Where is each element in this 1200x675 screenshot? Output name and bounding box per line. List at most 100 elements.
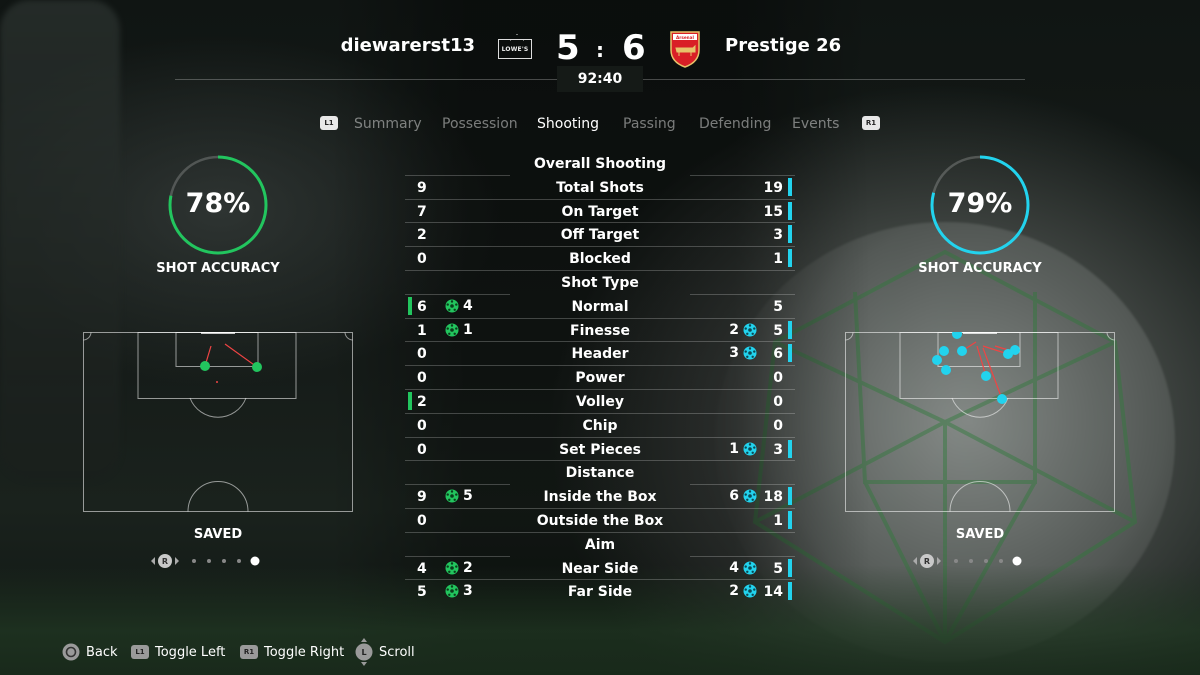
tab-possession[interactable]: Possession <box>442 116 518 132</box>
home-value: 0 <box>417 346 427 363</box>
home-value: 9 <box>417 179 427 196</box>
tab-events[interactable]: Events <box>792 116 839 132</box>
away-value: 19 <box>763 179 783 196</box>
away-leader-bar <box>788 582 792 601</box>
home-goal-ball-icon <box>445 323 459 337</box>
stat-row-header: 0 Header 3 6 <box>405 342 795 366</box>
home-value: 6 <box>417 298 427 315</box>
away-value: 0 <box>773 370 783 387</box>
stat-label: Chip <box>582 417 618 434</box>
away-value: 0 <box>773 393 783 410</box>
r1-button-icon[interactable]: R1 <box>862 116 880 130</box>
away-value: 0 <box>773 417 783 434</box>
away-shot-marker <box>932 355 942 365</box>
away-shot-marker <box>997 394 1007 404</box>
arsenal-crest-icon: Arsenal <box>670 31 700 68</box>
away-leader-bar <box>788 439 792 458</box>
away-score: 6 <box>622 28 646 68</box>
stat-row-set-pieces: 0 Set Pieces 1 3 <box>405 438 795 462</box>
stat-row-outside-box: 0 Outside the Box 1 <box>405 509 795 533</box>
tab-summary[interactable]: Summary <box>354 116 422 132</box>
home-value: 4 <box>417 560 427 577</box>
home-goals-value: 5 <box>463 488 473 505</box>
home-score: 5 <box>556 28 580 68</box>
tab-defending[interactable]: Defending <box>699 116 771 132</box>
away-goals-value: 4 <box>729 559 739 576</box>
away-goal-ball-icon <box>743 561 757 575</box>
home-shot-map-label: SAVED <box>193 527 243 542</box>
home-team-name: diewarerst13 <box>340 35 475 56</box>
home-shot-marker <box>216 381 218 383</box>
scroll-label: Scroll <box>379 644 415 660</box>
stats-tabs: Summary Possession Shooting Passing Defe… <box>0 116 1200 136</box>
home-value: 7 <box>417 203 427 220</box>
home-shot-marker <box>252 362 262 372</box>
home-shot-pager[interactable]: R <box>145 553 285 569</box>
tab-passing[interactable]: Passing <box>623 116 676 132</box>
away-shot-map-label: SAVED <box>955 527 1005 542</box>
match-clock: 92:40 <box>557 66 643 92</box>
away-team-name: Prestige 26 <box>725 35 842 56</box>
home-goals-value: 2 <box>463 559 473 576</box>
score-separator: : <box>596 38 604 62</box>
away-leader-bar <box>788 558 792 577</box>
away-goals-value: 6 <box>729 488 739 505</box>
away-value: 5 <box>773 322 783 339</box>
stat-label: Total Shots <box>556 179 644 196</box>
home-leader-bar <box>408 296 412 315</box>
away-shot-marker <box>941 365 951 375</box>
stat-label: Normal <box>571 298 629 315</box>
svg-text:R: R <box>924 557 930 566</box>
home-shot-map <box>83 332 353 512</box>
home-value: 2 <box>417 227 427 244</box>
home-goal-ball-icon <box>445 584 459 598</box>
away-value: 5 <box>773 560 783 577</box>
stat-label: Far Side <box>567 584 633 601</box>
stat-row-power: 0 Power 0 <box>405 366 795 390</box>
stat-label: Power <box>575 370 625 387</box>
away-goal-ball-icon <box>743 442 757 456</box>
away-value: 14 <box>763 584 783 601</box>
away-shot-accuracy-label: SHOT ACCURACY <box>918 261 1042 276</box>
section-title: Shot Type <box>561 274 639 291</box>
footer-scroll[interactable]: L Scroll <box>355 638 415 666</box>
stat-row-on-target: 7 On Target 15 <box>405 200 795 224</box>
away-leader-bar <box>788 249 792 268</box>
away-leader-bar <box>788 177 792 196</box>
away-leader-bar <box>788 201 792 220</box>
section-header: Shot Type <box>405 271 795 295</box>
l1-button-icon: L1 <box>131 645 149 659</box>
away-shot-marker <box>952 332 962 339</box>
stat-label: On Target <box>561 203 639 220</box>
away-leader-bar <box>788 225 792 244</box>
stat-label: Inside the Box <box>543 489 657 506</box>
home-shot-accuracy-label: SHOT ACCURACY <box>156 261 280 276</box>
stat-label: Volley <box>576 393 624 410</box>
stat-row-normal: 6 4 Normal 5 <box>405 295 795 319</box>
away-value: 18 <box>763 489 783 506</box>
away-goal-ball-icon <box>743 584 757 598</box>
stat-row-volley: 2 Volley 0 <box>405 390 795 414</box>
away-shot-accuracy-value: 79% <box>947 188 1013 219</box>
footer-toggle-left[interactable]: L1 Toggle Left <box>131 641 225 663</box>
away-shot-pager[interactable]: R <box>907 553 1047 569</box>
stat-row-finesse: 1 1 Finesse 2 5 <box>405 319 795 343</box>
home-goals-value: 1 <box>463 321 473 338</box>
footer-toggle-right[interactable]: R1 Toggle Right <box>240 641 344 663</box>
section-header: Overall Shooting <box>405 152 795 176</box>
home-goals-value: 3 <box>463 583 473 600</box>
away-value: 3 <box>773 441 783 458</box>
away-shot-marker <box>981 371 991 381</box>
away-shot-marker <box>957 346 967 356</box>
footer-back[interactable]: Back <box>62 641 118 663</box>
home-value: 5 <box>417 584 427 601</box>
away-leader-bar <box>788 487 792 506</box>
shooting-stats-table: Overall Shooting 9 Total Shots 19 7 On T… <box>405 152 795 604</box>
section-title: Overall Shooting <box>533 156 667 172</box>
home-leader-bar <box>408 391 412 410</box>
stat-label: Outside the Box <box>536 512 664 529</box>
away-goal-ball-icon <box>743 489 757 503</box>
toggle-right-label: Toggle Right <box>264 644 345 660</box>
away-value: 1 <box>773 512 783 529</box>
tab-shooting[interactable]: Shooting <box>537 116 599 132</box>
